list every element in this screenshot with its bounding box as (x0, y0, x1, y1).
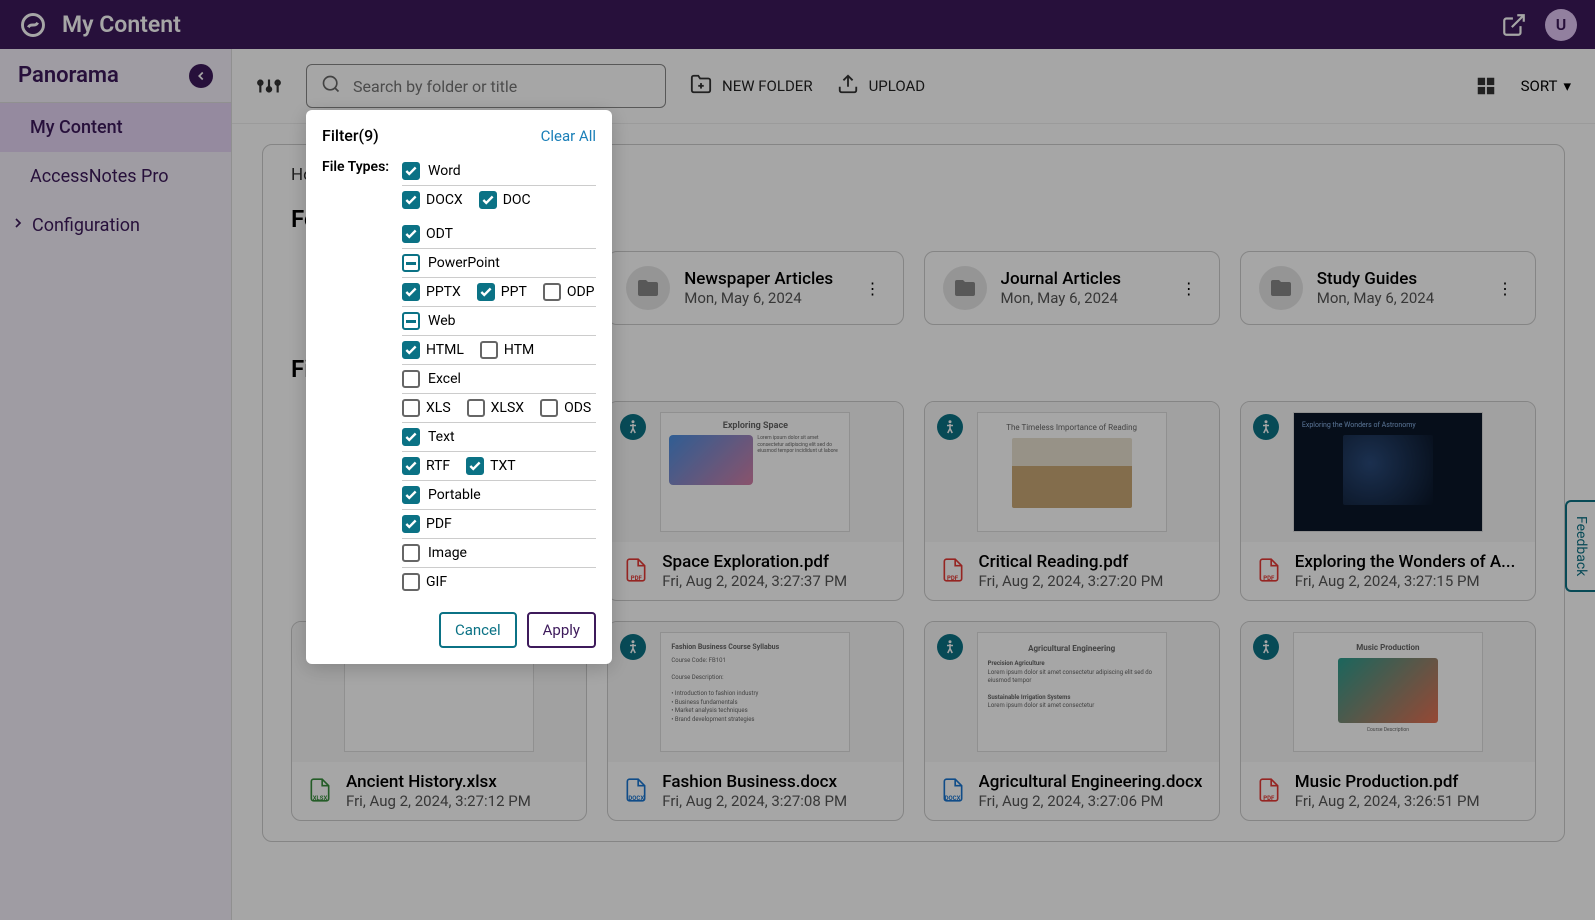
checkbox-portable[interactable] (402, 486, 420, 504)
filter-sub-label[interactable]: XLSX (491, 400, 524, 416)
checkbox-text[interactable] (402, 428, 420, 446)
filter-group: Word (402, 157, 596, 186)
filter-group: Text (402, 423, 596, 452)
checkbox-powerpoint[interactable] (402, 254, 420, 272)
filter-popup: Filter(9) Clear All File Types: WordDOCX… (306, 110, 612, 664)
filter-sub-label[interactable]: XLS (426, 400, 451, 416)
checkbox-ppt[interactable] (477, 283, 495, 301)
checkbox-pptx[interactable] (402, 283, 420, 301)
filter-sub-label[interactable]: GIF (426, 574, 447, 590)
checkbox-odp[interactable] (543, 283, 561, 301)
checkbox-word[interactable] (402, 162, 420, 180)
filter-group: PowerPoint (402, 249, 596, 278)
checkbox-htm[interactable] (480, 341, 498, 359)
checkbox-odt[interactable] (402, 225, 420, 243)
filter-sub-label[interactable]: PDF (426, 516, 452, 532)
filter-group-label[interactable]: Web (428, 313, 456, 329)
filter-sub-label[interactable]: HTML (426, 342, 464, 358)
filter-group-label[interactable]: Portable (428, 487, 481, 503)
checkbox-docx[interactable] (402, 191, 420, 209)
filter-sub-label[interactable]: ODT (426, 226, 453, 242)
filter-sub-label[interactable]: RTF (426, 458, 450, 474)
filter-group-label[interactable]: PowerPoint (428, 255, 500, 271)
filter-sub-label[interactable]: PPT (501, 284, 527, 300)
filter-group-label[interactable]: Excel (428, 371, 461, 387)
checkbox-doc[interactable] (479, 191, 497, 209)
apply-button[interactable]: Apply (527, 612, 596, 648)
cancel-button[interactable]: Cancel (439, 612, 517, 648)
modal-overlay[interactable] (0, 0, 1595, 920)
filter-sub-label[interactable]: DOC (503, 192, 531, 208)
filter-group: Web (402, 307, 596, 336)
filter-sub-label[interactable]: DOCX (426, 192, 463, 208)
checkbox-xlsx[interactable] (467, 399, 485, 417)
checkbox-ods[interactable] (540, 399, 558, 417)
checkbox-web[interactable] (402, 312, 420, 330)
checkbox-gif[interactable] (402, 573, 420, 591)
checkbox-image[interactable] (402, 544, 420, 562)
checkbox-html[interactable] (402, 341, 420, 359)
filter-group-label[interactable]: Word (428, 163, 461, 179)
filter-sub-label[interactable]: ODP (567, 284, 595, 300)
filter-sub-label[interactable]: PPTX (426, 284, 461, 300)
checkbox-xls[interactable] (402, 399, 420, 417)
filter-group: Excel (402, 365, 596, 394)
filter-group-label[interactable]: Text (428, 429, 455, 445)
filter-group-label[interactable]: Image (428, 545, 467, 561)
checkbox-pdf[interactable] (402, 515, 420, 533)
filter-sub-label[interactable]: TXT (490, 458, 515, 474)
checkbox-excel[interactable] (402, 370, 420, 388)
filter-sub-label[interactable]: HTM (504, 342, 534, 358)
filter-sub-label[interactable]: ODS (564, 400, 591, 416)
filter-title: Filter(9) (322, 126, 379, 145)
checkbox-rtf[interactable] (402, 457, 420, 475)
checkbox-txt[interactable] (466, 457, 484, 475)
clear-all-button[interactable]: Clear All (541, 127, 596, 145)
filter-group: Portable (402, 481, 596, 510)
filter-group: Image (402, 539, 596, 568)
